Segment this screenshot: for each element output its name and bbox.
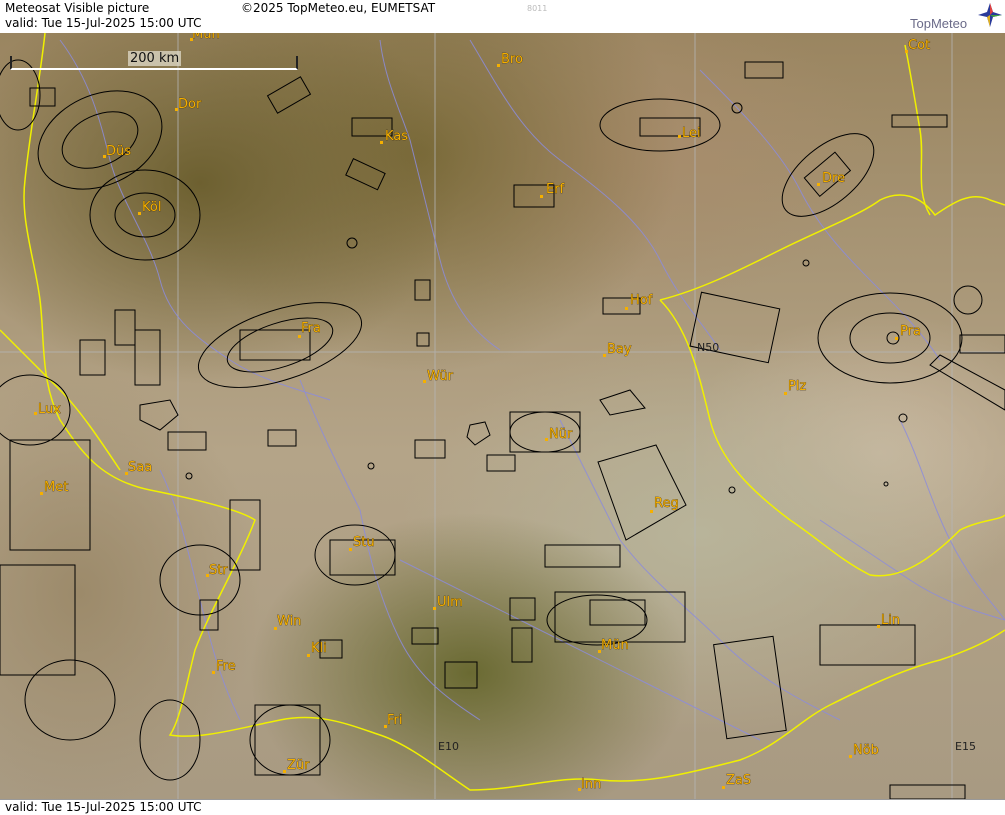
map-overlay: N50 E10 E15 Mün Dor Düs Köl Kas Bro Erf …: [0, 33, 1005, 799]
city-label-lei: Lei: [682, 126, 701, 141]
city-label-fra: Fra: [301, 321, 321, 336]
header-code: 8011: [527, 4, 548, 13]
grid-label-e10: E10: [438, 740, 459, 753]
city-label-dre: Dre: [822, 171, 845, 186]
city-label-erf: Erf: [546, 182, 565, 197]
city-label-nur: Nür: [549, 427, 573, 442]
grid-label-e15: E15: [955, 740, 976, 753]
city-label-cot: Cot: [908, 38, 930, 53]
city-markers: [34, 38, 908, 791]
city-label-bro: Bro: [501, 52, 523, 67]
city-label-kas: Kas: [385, 129, 408, 144]
grid-label-n50: N50: [697, 341, 719, 354]
country-borders: [0, 33, 1005, 791]
city-label-zas: ZaS: [726, 773, 751, 788]
city-label-plz: Plz: [788, 379, 806, 394]
header-copyright: ©2025 TopMeteo.eu, EUMETSAT: [241, 1, 436, 15]
city-label-lin: Lin: [881, 613, 900, 628]
header-title: Meteosat Visible picture: [5, 1, 150, 15]
city-label-dus: Düs: [106, 144, 131, 159]
header-valid-time: valid: Tue 15-Jul-2025 15:00 UTC: [5, 16, 202, 30]
city-label-str: Str: [209, 563, 228, 578]
city-label-dor: Dor: [178, 97, 202, 112]
topmeteo-logo: TopMeteo: [908, 2, 1002, 32]
city-label-ulm: Ulm: [437, 595, 463, 610]
city-label-win: Win: [277, 614, 301, 629]
city-label-met: Met: [44, 480, 68, 495]
city-label-inn: Inn: [581, 777, 601, 792]
city-label-fre: Fre: [216, 659, 236, 674]
city-label-kol: Köl: [142, 200, 161, 215]
logo-text: TopMeteo: [910, 16, 968, 31]
city-label-reg: Reg: [654, 496, 679, 511]
city-label-lux: Lux: [38, 402, 61, 417]
city-label-bay: Bay: [607, 342, 632, 357]
city-label-wur: Wür: [427, 369, 454, 384]
city-label-saa: Saa: [128, 460, 152, 475]
satellite-map[interactable]: N50 E10 E15 Mün Dor Düs Köl Kas Bro Erf …: [0, 33, 1005, 799]
city-label-pra: Pra: [900, 324, 921, 339]
grid-lines: [0, 33, 1005, 799]
footer-valid-time: valid: Tue 15-Jul-2025 15:00 UTC: [5, 800, 202, 814]
scale-label: 200 km: [128, 51, 182, 66]
city-label-nob: Nöb: [853, 743, 879, 758]
footer-bar: valid: Tue 15-Jul-2025 15:00 UTC: [0, 799, 1005, 815]
city-label-stu: Stu: [353, 535, 375, 550]
city-label-zur: Zür: [287, 758, 310, 773]
city-label-hof: Hof: [630, 293, 653, 308]
airspace-outlines: [0, 59, 1005, 799]
city-label-mun-top: Mün: [192, 33, 220, 42]
city-label-mun: Mün: [601, 638, 629, 653]
city-label-kli: Kli: [311, 641, 327, 656]
city-label-fri: Fri: [387, 713, 403, 728]
header-bar: Meteosat Visible picture valid: Tue 15-J…: [0, 0, 1005, 34]
